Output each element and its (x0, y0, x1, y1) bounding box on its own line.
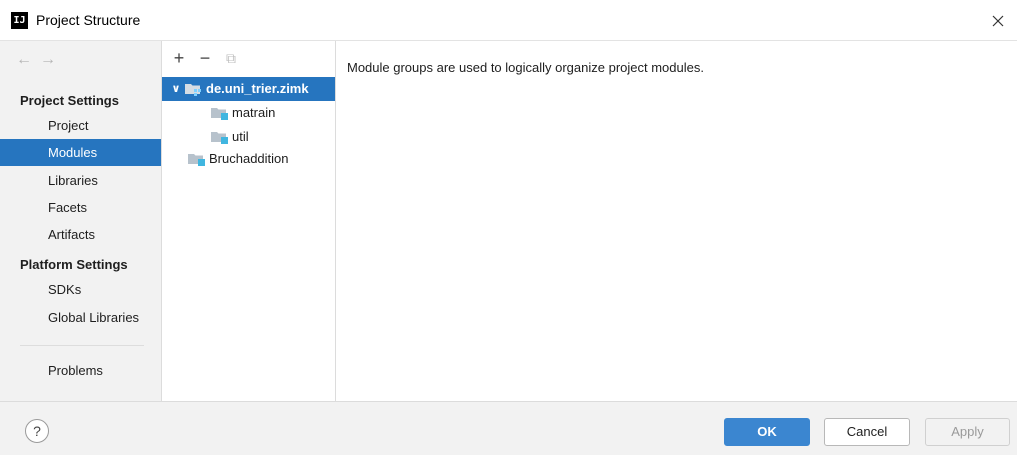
sidebar-item-libraries[interactable]: Libraries (0, 167, 161, 194)
title-bar: IJ Project Structure (0, 0, 1017, 41)
remove-icon[interactable]: − (198, 49, 212, 67)
close-button[interactable] (987, 10, 1009, 32)
tree-row-module[interactable]: util (210, 125, 249, 149)
module-groups-description: Module groups are used to logically orga… (347, 60, 704, 75)
ok-button[interactable]: OK (724, 418, 810, 446)
sidebar-item-sdks[interactable]: SDKs (0, 276, 161, 303)
settings-sidebar: ←→ Project Settings Project Modules Libr… (0, 41, 162, 401)
sidebar-item-artifacts[interactable]: Artifacts (0, 221, 161, 248)
window-title: Project Structure (36, 12, 141, 28)
module-folder-icon (211, 132, 228, 144)
intellij-app-icon: IJ (11, 12, 28, 29)
add-icon[interactable]: + (172, 49, 186, 67)
tree-row-module-group[interactable]: ∨ de.uni_trier.zimk (162, 77, 335, 101)
copy-icon[interactable]: ⧉ (224, 49, 238, 67)
cancel-button[interactable]: Cancel (824, 418, 910, 446)
tree-row-label: util (232, 129, 249, 144)
history-navigation: ←→ (16, 51, 64, 69)
tree-row-label: de.uni_trier.zimk (206, 81, 309, 96)
help-icon: ? (33, 423, 41, 439)
chevron-down-icon[interactable]: ∨ (168, 77, 184, 101)
module-group-details: Module groups are used to logically orga… (337, 41, 1017, 401)
dialog-footer: ? OK Cancel Apply (0, 401, 1017, 455)
tree-row-module[interactable]: Bruchaddition (187, 147, 289, 171)
sidebar-item-facets[interactable]: Facets (0, 194, 161, 221)
close-icon (992, 15, 1004, 27)
help-button[interactable]: ? (25, 419, 49, 443)
sidebar-item-project[interactable]: Project (0, 112, 161, 139)
project-settings-header: Project Settings (20, 93, 119, 108)
sidebar-item-global-libraries[interactable]: Global Libraries (0, 304, 161, 331)
module-folder-icon (211, 108, 228, 120)
module-group-folder-icon (185, 84, 201, 96)
sidebar-item-modules[interactable]: Modules (0, 139, 161, 166)
tree-row-module[interactable]: matrain (210, 101, 275, 125)
apply-button[interactable]: Apply (925, 418, 1010, 446)
sidebar-divider (20, 345, 144, 346)
sidebar-item-problems[interactable]: Problems (0, 357, 161, 384)
tree-row-label: matrain (232, 105, 276, 120)
tree-row-label: Bruchaddition (209, 151, 289, 166)
module-folder-icon (188, 154, 205, 166)
back-arrow-icon[interactable]: ← (16, 51, 40, 68)
tree-toolbar: + − ⧉ (172, 47, 238, 69)
module-tree-pane: + − ⧉ ∨ de.uni_trier.zimk matrain util B… (162, 41, 336, 401)
forward-arrow-icon[interactable]: → (40, 51, 64, 68)
platform-settings-header: Platform Settings (20, 257, 128, 272)
